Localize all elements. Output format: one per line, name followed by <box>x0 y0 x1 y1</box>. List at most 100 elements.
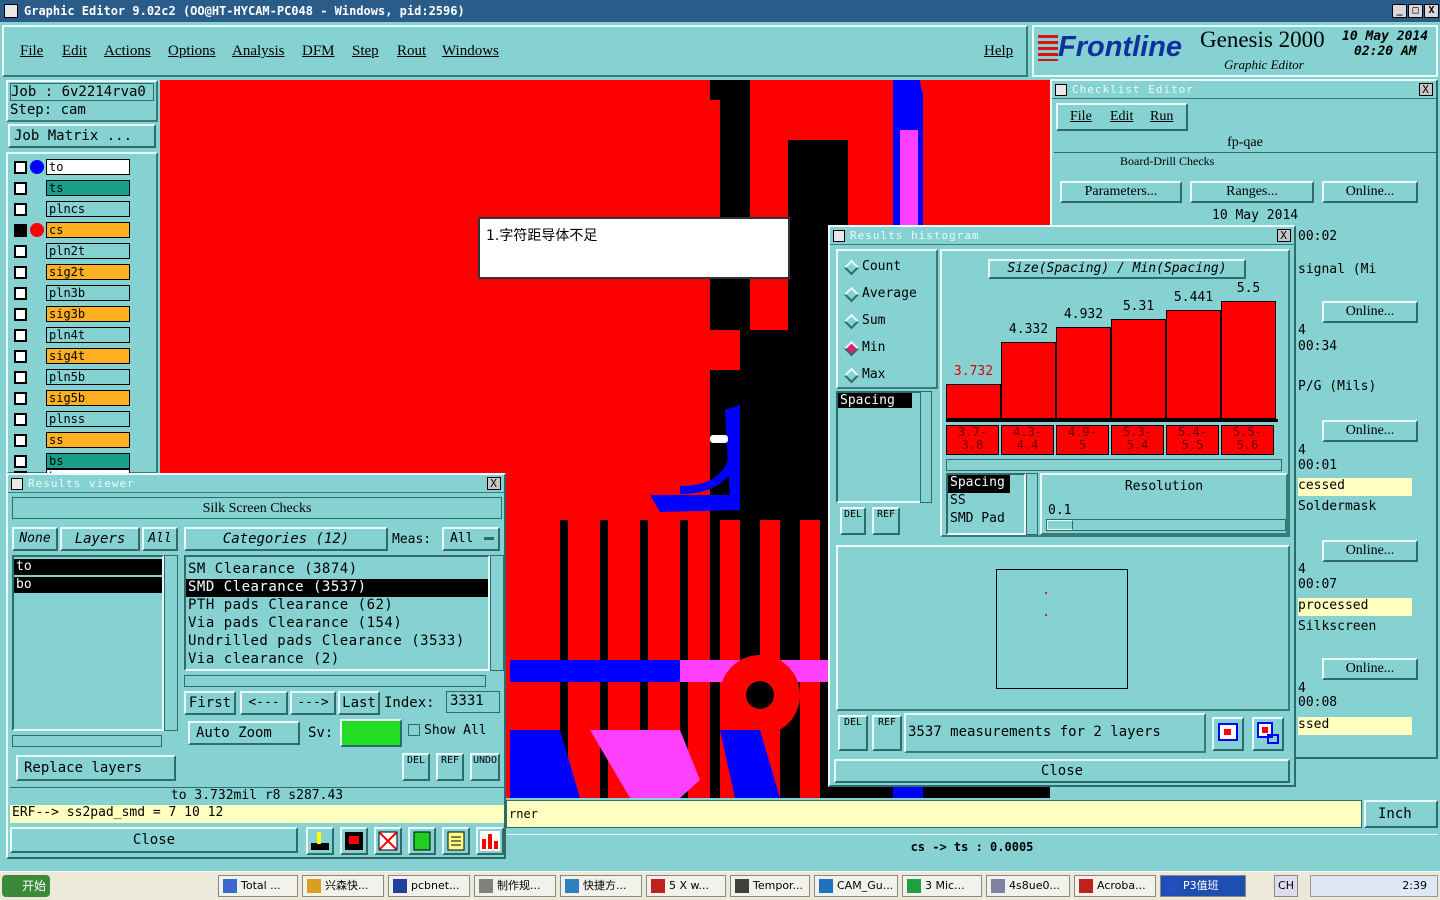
layer-name[interactable]: to <box>46 159 130 175</box>
taskbar-item[interactable]: Acroba... <box>1074 875 1156 897</box>
type-item[interactable]: Spacing <box>948 475 1010 493</box>
layer-checkbox[interactable] <box>14 266 27 279</box>
taskbar-item[interactable]: Total ... <box>218 875 298 897</box>
category-item[interactable]: Undrilled pads Clearance (3533) <box>186 633 488 651</box>
measure-scrollbar[interactable] <box>920 391 932 503</box>
layer-name[interactable]: cs <box>46 222 130 238</box>
layer-name[interactable]: sig3b <box>46 306 130 322</box>
taskbar-item[interactable]: 快捷方... <box>560 875 642 897</box>
category-item[interactable]: SMD Clearance (3537) <box>186 579 488 597</box>
layers-all-button[interactable]: All <box>142 527 178 551</box>
radio-icon[interactable] <box>843 286 860 303</box>
layer-list-hscroll[interactable] <box>12 735 162 747</box>
replace-layers-select[interactable]: Replace layers <box>16 755 176 781</box>
results-undo-button[interactable]: UNDO <box>470 753 500 781</box>
chart-scrollbar[interactable] <box>946 459 1282 471</box>
ref-button[interactable]: REF <box>872 507 900 535</box>
mode-option[interactable]: Max <box>838 365 934 387</box>
mode-option[interactable]: Count <box>838 257 934 279</box>
layers-none-button[interactable]: None <box>12 527 58 551</box>
layer-name[interactable]: ts <box>46 180 130 196</box>
menu-options[interactable]: Options <box>168 43 216 60</box>
taskbar-item[interactable]: pcbnet... <box>388 875 470 897</box>
sv-color-select[interactable] <box>340 719 402 747</box>
category-hscroll[interactable] <box>184 675 486 687</box>
job-matrix-button[interactable]: Job Matrix ... <box>8 124 156 148</box>
first-button[interactable]: First <box>184 691 236 715</box>
layer-checkbox[interactable] <box>14 203 27 216</box>
online-button[interactable]: Online... <box>1322 658 1418 680</box>
zoom-icon[interactable] <box>1212 717 1244 751</box>
histogram-close-button[interactable]: Close <box>834 759 1290 783</box>
menu-actions[interactable]: Actions <box>104 43 151 60</box>
app-icon[interactable] <box>4 4 18 18</box>
categories-button[interactable]: Categories (12) <box>184 527 388 551</box>
resolution-slider[interactable] <box>1046 519 1286 531</box>
close-icon[interactable]: X <box>1419 83 1433 96</box>
taskbar-item[interactable]: Tempor... <box>730 875 810 897</box>
layer-name[interactable]: plnss <box>46 411 130 427</box>
start-button[interactable]: 开始 <box>2 875 50 897</box>
category-list[interactable]: SM Clearance (3874) SMD Clearance (3537) P… <box>184 555 490 671</box>
layer-name[interactable]: sig2t <box>46 264 130 280</box>
results-close-button[interactable]: Close <box>10 827 298 853</box>
layer-checkbox[interactable] <box>14 308 27 321</box>
layer-checkbox[interactable] <box>14 287 27 300</box>
taskbar-item[interactable]: 制作规... <box>474 875 556 897</box>
language-indicator[interactable]: CH <box>1274 875 1298 897</box>
layer-checkbox[interactable] <box>14 434 27 447</box>
menu-windows[interactable]: Windows <box>442 43 499 60</box>
checklist-menu-edit[interactable]: Edit <box>1110 109 1133 125</box>
histogram-icon[interactable] <box>476 827 504 855</box>
taskbar-item[interactable]: CAM_Gu... <box>814 875 898 897</box>
category-item[interactable]: SM Clearance (3874) <box>186 561 488 579</box>
histogram-bar[interactable] <box>1001 342 1056 419</box>
radio-icon[interactable] <box>843 367 860 384</box>
results-del-button[interactable]: DEL <box>402 753 430 781</box>
del-button-2[interactable]: DEL <box>838 715 868 751</box>
maximize-button[interactable]: □ <box>1408 4 1423 18</box>
taskbar-item[interactable]: 兴森快... <box>302 875 384 897</box>
type-item[interactable]: SMD Pad <box>948 511 1024 529</box>
type-list[interactable]: Spacing SS SMD Pad <box>946 473 1026 535</box>
category-scrollbar[interactable] <box>490 555 504 671</box>
layer-name[interactable]: pln4t <box>46 327 130 343</box>
layer-name[interactable]: bs <box>46 453 130 469</box>
plot-icon-4[interactable] <box>408 827 436 855</box>
results-layer-list[interactable]: to bo <box>12 555 164 731</box>
layer-checkbox[interactable] <box>14 371 27 384</box>
measure-item[interactable]: Spacing <box>838 393 912 408</box>
menu-edit[interactable]: Edit <box>62 43 87 60</box>
layer-checkbox[interactable] <box>14 182 27 195</box>
close-button[interactable]: X <box>1424 4 1439 18</box>
index-input[interactable]: 3331 <box>446 691 500 713</box>
menu-help[interactable]: Help <box>984 43 1013 60</box>
plot-icon-2[interactable] <box>340 827 368 855</box>
meas-select[interactable]: All <box>442 527 500 551</box>
category-item[interactable]: Via clearance (2) <box>186 651 488 669</box>
menu-rout[interactable]: Rout <box>397 43 426 60</box>
layer-checkbox[interactable] <box>14 224 27 237</box>
radio-icon[interactable] <box>843 340 860 357</box>
last-button[interactable]: Last <box>338 691 380 715</box>
plot-icon-3[interactable] <box>374 827 402 855</box>
menu-step[interactable]: Step <box>352 43 379 60</box>
layer-checkbox[interactable] <box>14 350 27 363</box>
layer-checkbox[interactable] <box>14 329 27 342</box>
layer-checkbox[interactable] <box>14 392 27 405</box>
layer-name[interactable]: pln5b <box>46 369 130 385</box>
taskbar-item[interactable]: 3 Mic... <box>902 875 982 897</box>
plot-icon-1[interactable] <box>306 827 334 855</box>
layer-checkbox[interactable] <box>14 245 27 258</box>
zoom-fit-icon[interactable] <box>1252 717 1284 751</box>
category-item[interactable]: PTH pads Clearance (62) <box>186 597 488 615</box>
layers-button[interactable]: Layers <box>60 527 140 551</box>
ranges-button[interactable]: Ranges... <box>1190 181 1314 203</box>
result-layer-item[interactable]: bo <box>14 577 162 593</box>
mode-option[interactable]: Sum <box>838 311 934 333</box>
radio-icon[interactable] <box>843 313 860 330</box>
type-item[interactable]: SS <box>948 493 1024 511</box>
close-icon[interactable]: X <box>1277 229 1291 242</box>
layer-name[interactable]: plncs <box>46 201 130 217</box>
layer-name[interactable]: pln2t <box>46 243 130 259</box>
